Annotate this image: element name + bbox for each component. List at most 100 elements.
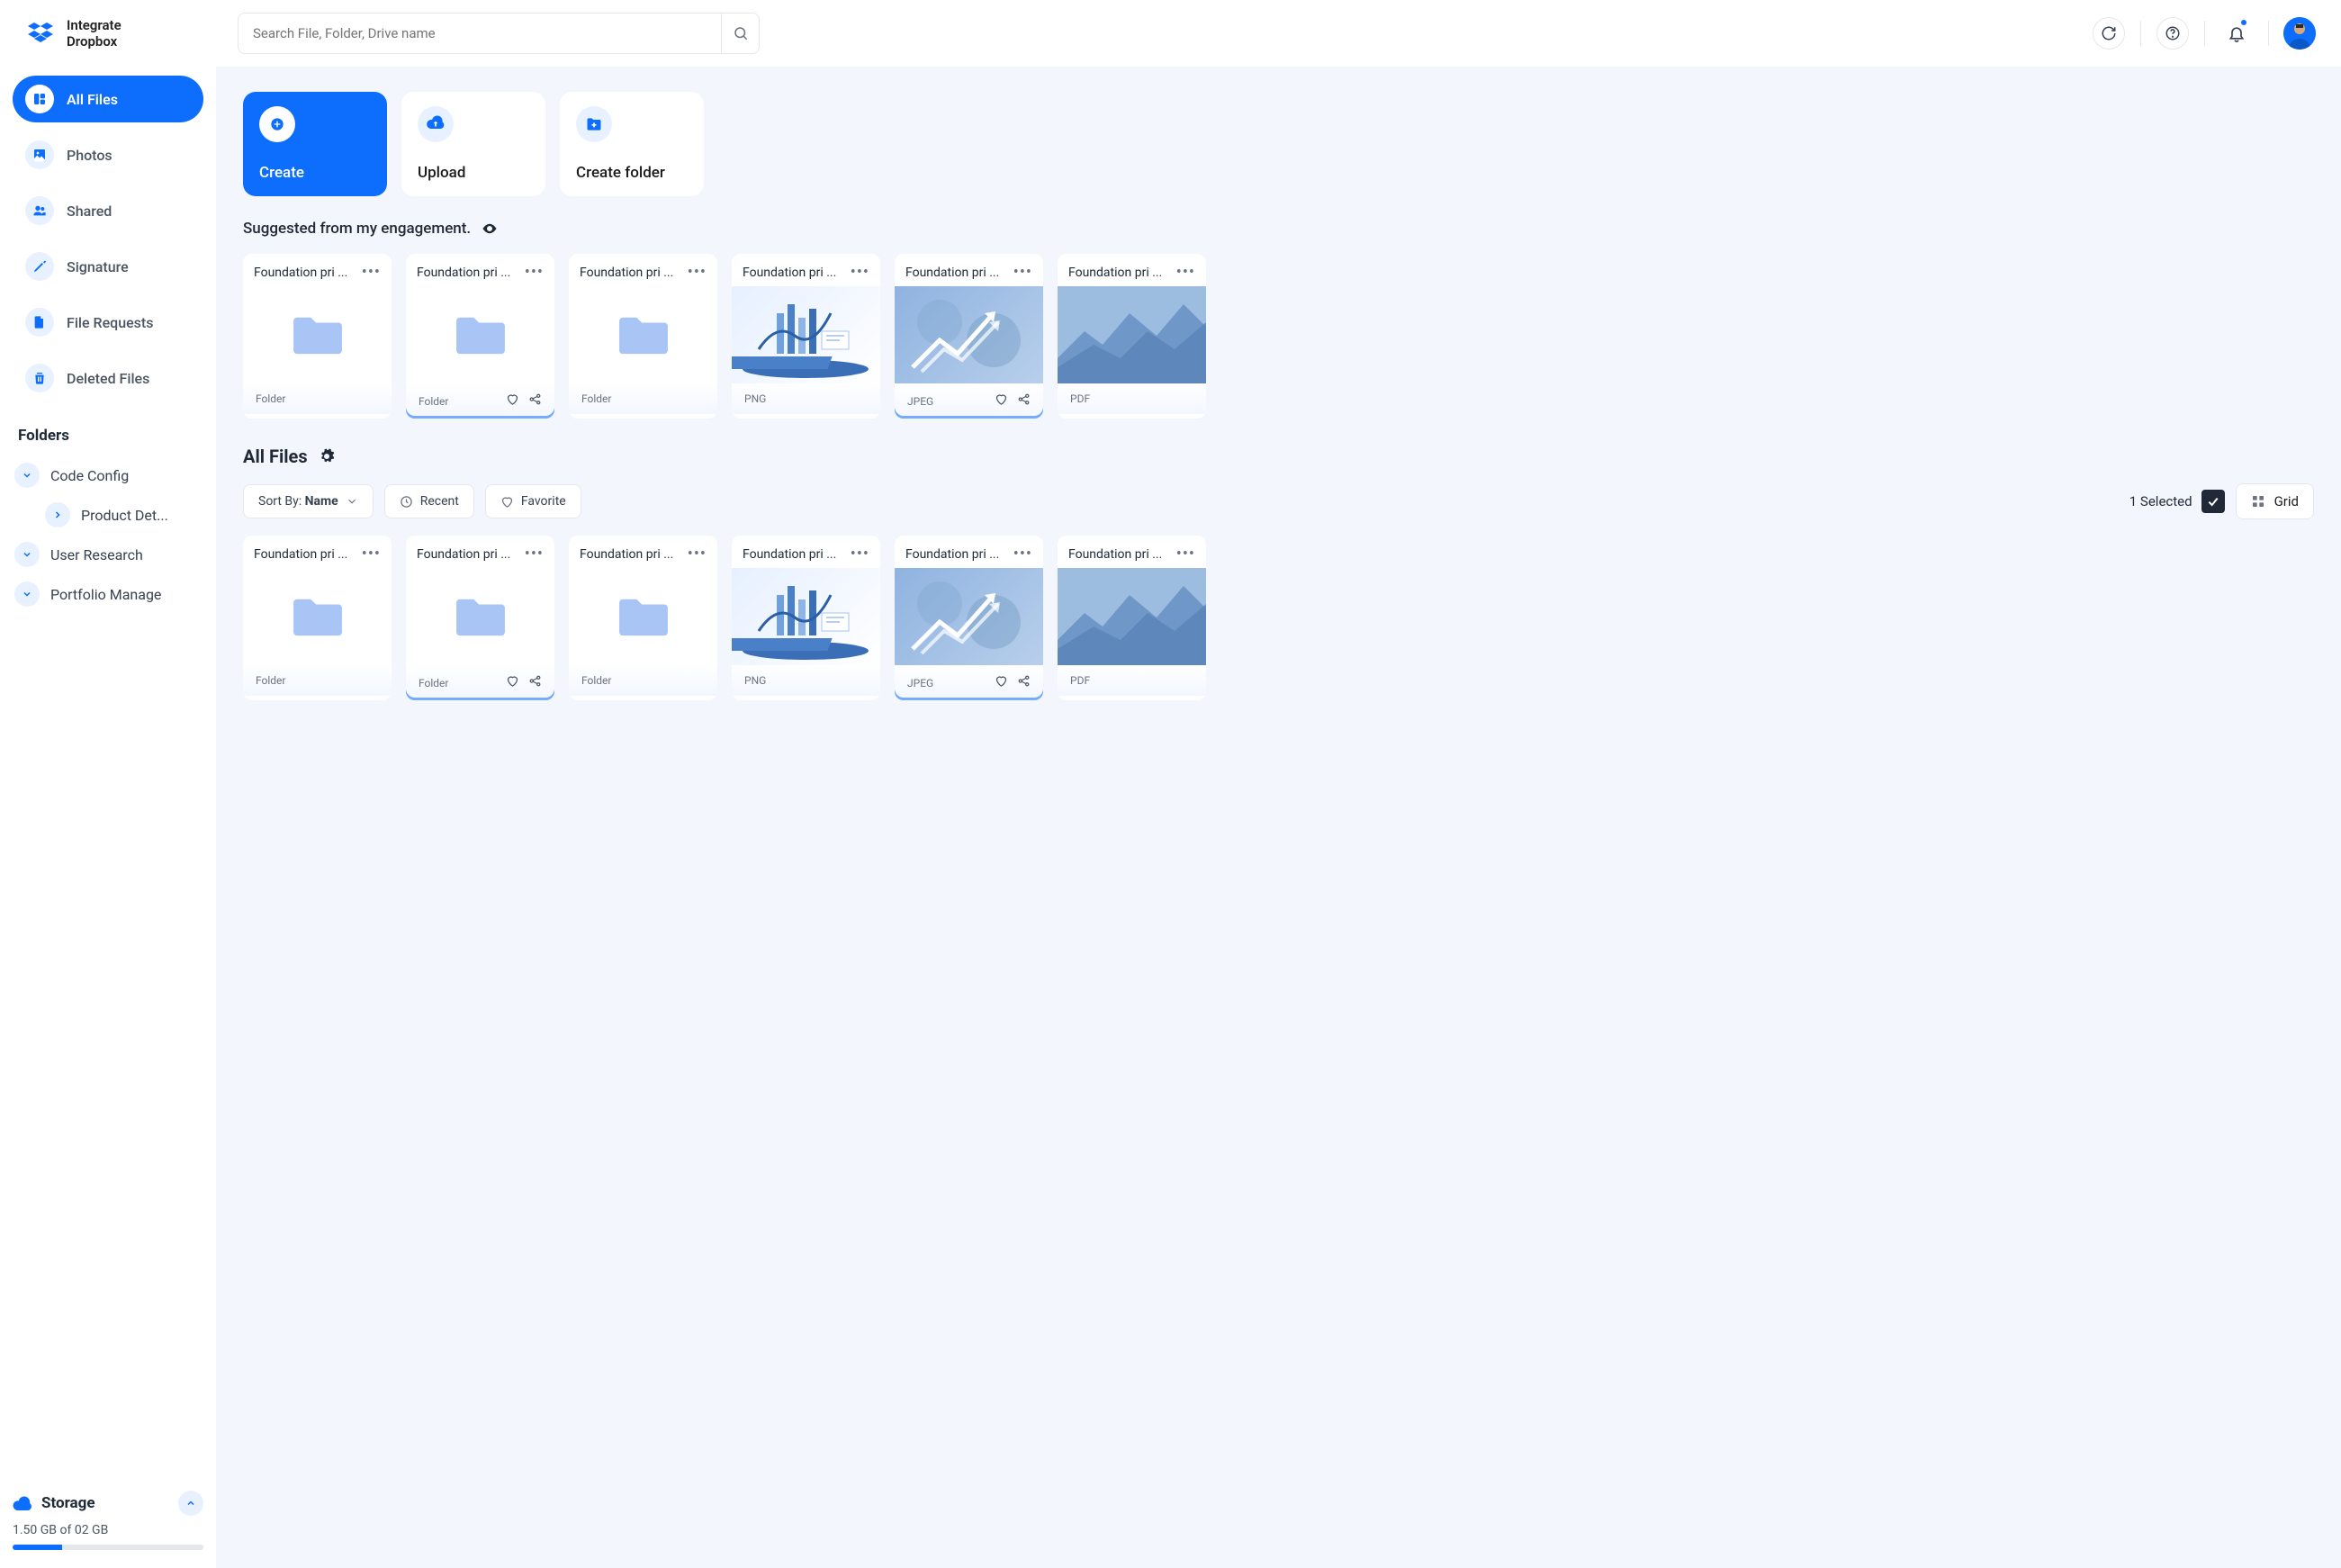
file-name: Foundation pri ... xyxy=(580,266,673,280)
sidebar-item-file-requests[interactable]: File Requests xyxy=(13,299,203,346)
file-card[interactable]: Foundation pri ...•••PDF xyxy=(1058,536,1206,700)
storage-bar xyxy=(13,1545,203,1550)
storage-label: Storage xyxy=(41,1494,169,1512)
more-menu-icon[interactable]: ••• xyxy=(362,265,381,281)
file-name: Foundation pri ... xyxy=(1068,266,1162,280)
folder-plus-icon xyxy=(576,106,612,142)
search-icon xyxy=(733,25,749,41)
sidebar-item-label: Deleted Files xyxy=(67,370,149,387)
file-card[interactable]: Foundation pri ...•••Folder xyxy=(569,254,717,419)
action-label: Create folder xyxy=(576,164,688,182)
folder-item[interactable]: Code Config xyxy=(13,455,203,495)
create-button[interactable]: Create xyxy=(243,92,387,196)
main-content: CreateUploadCreate folder Suggested from… xyxy=(216,67,2341,1568)
file-card[interactable]: Foundation pri ...•••PDF xyxy=(1058,254,1206,419)
file-card[interactable]: Foundation pri ...•••Folder xyxy=(406,254,554,419)
share-icon[interactable] xyxy=(1017,392,1031,410)
sidebar-item-label: Signature xyxy=(67,258,129,275)
file-card[interactable]: Foundation pri ...•••Folder xyxy=(243,254,392,419)
more-menu-icon[interactable]: ••• xyxy=(525,265,544,281)
gear-icon[interactable] xyxy=(319,448,335,464)
folder-label: User Research xyxy=(50,546,143,563)
search-button[interactable] xyxy=(721,14,759,53)
favorite-icon[interactable] xyxy=(995,392,1008,410)
grid-icon xyxy=(2251,494,2265,509)
folder-icon xyxy=(569,568,717,665)
more-menu-icon[interactable]: ••• xyxy=(1013,265,1032,281)
share-icon[interactable] xyxy=(528,392,542,410)
user-avatar[interactable] xyxy=(2283,17,2316,50)
file-card[interactable]: Foundation pri ...•••Folder xyxy=(243,536,392,700)
sidebar-item-label: Photos xyxy=(67,147,113,164)
file-type-label: JPEG xyxy=(907,395,986,408)
sidebar-item-label: Shared xyxy=(67,203,112,220)
chevron-right-icon xyxy=(45,502,70,527)
upload-button[interactable]: Upload xyxy=(401,92,545,196)
sidebar-item-all-files[interactable]: All Files xyxy=(13,76,203,122)
more-menu-icon[interactable]: ••• xyxy=(688,546,707,563)
selection-checkbox[interactable] xyxy=(2201,490,2225,513)
folder-item[interactable]: Product Det... xyxy=(13,495,203,535)
search-input[interactable] xyxy=(239,25,721,41)
favorite-icon[interactable] xyxy=(506,674,519,691)
help-icon xyxy=(2165,25,2181,41)
file-name: Foundation pri ... xyxy=(417,266,510,280)
clock-icon xyxy=(400,495,413,509)
more-menu-icon[interactable]: ••• xyxy=(851,546,869,563)
more-menu-icon[interactable]: ••• xyxy=(1013,546,1032,563)
header-actions xyxy=(2084,13,2316,54)
sidebar-item-photos[interactable]: Photos xyxy=(13,131,203,178)
file-card[interactable]: Foundation pri ...•••JPEG xyxy=(895,254,1043,419)
more-menu-icon[interactable]: ••• xyxy=(1176,265,1195,281)
file-type-label: Folder xyxy=(256,392,379,405)
chevron-down-icon xyxy=(14,581,40,607)
sidebar-item-deleted-files[interactable]: Deleted Files xyxy=(13,355,203,401)
favorite-icon[interactable] xyxy=(506,392,519,410)
sidebar-item-signature[interactable]: Signature xyxy=(13,243,203,290)
sidebar-item-label: File Requests xyxy=(67,314,153,331)
file-thumbnail xyxy=(895,286,1043,383)
file-card[interactable]: Foundation pri ...•••Folder xyxy=(569,536,717,700)
sort-button[interactable]: Sort By: Name xyxy=(243,484,374,518)
file-card[interactable]: Foundation pri ...•••PNG xyxy=(732,536,880,700)
folder-icon xyxy=(243,568,392,665)
folder-item[interactable]: User Research xyxy=(13,535,203,574)
image-icon xyxy=(25,140,54,169)
help-button[interactable] xyxy=(2148,13,2197,54)
share-icon[interactable] xyxy=(1017,674,1031,691)
file-card[interactable]: Foundation pri ...•••Folder xyxy=(406,536,554,700)
file-type-label: Folder xyxy=(256,674,379,687)
upload-icon xyxy=(418,106,454,142)
folder-item[interactable]: Portfolio Manage xyxy=(13,574,203,614)
share-icon[interactable] xyxy=(528,674,542,691)
file-card[interactable]: Foundation pri ...•••PNG xyxy=(732,254,880,419)
file-name: Foundation pri ... xyxy=(743,266,836,280)
more-menu-icon[interactable]: ••• xyxy=(851,265,869,281)
sync-button[interactable] xyxy=(2084,13,2133,54)
storage-collapse-button[interactable] xyxy=(178,1491,203,1516)
file-type-label: Folder xyxy=(419,677,497,689)
view-toggle[interactable]: Grid xyxy=(2236,483,2314,519)
favorite-icon[interactable] xyxy=(995,674,1008,691)
more-menu-icon[interactable]: ••• xyxy=(362,546,381,563)
folder-label: Product Det... xyxy=(81,507,168,524)
more-menu-icon[interactable]: ••• xyxy=(1176,546,1195,563)
search-bar[interactable] xyxy=(238,13,760,54)
more-menu-icon[interactable]: ••• xyxy=(525,546,544,563)
app-header: IntegrateDropbox xyxy=(0,0,2341,67)
allfiles-heading: All Files xyxy=(243,446,2314,467)
create-folder-button[interactable]: Create folder xyxy=(560,92,704,196)
cloud-icon xyxy=(13,1496,32,1510)
recent-button[interactable]: Recent xyxy=(384,484,474,518)
file-name: Foundation pri ... xyxy=(1068,547,1162,562)
file-card[interactable]: Foundation pri ...•••JPEG xyxy=(895,536,1043,700)
favorite-button[interactable]: Favorite xyxy=(485,484,581,518)
file-thumbnail xyxy=(732,568,880,665)
notifications-button[interactable] xyxy=(2212,13,2261,54)
eye-icon[interactable] xyxy=(482,221,498,237)
file-name: Foundation pri ... xyxy=(743,547,836,562)
file-thumbnail xyxy=(895,568,1043,665)
storage-usage-text: 1.50 GB of 02 GB xyxy=(13,1523,203,1537)
sidebar-item-shared[interactable]: Shared xyxy=(13,187,203,234)
more-menu-icon[interactable]: ••• xyxy=(688,265,707,281)
